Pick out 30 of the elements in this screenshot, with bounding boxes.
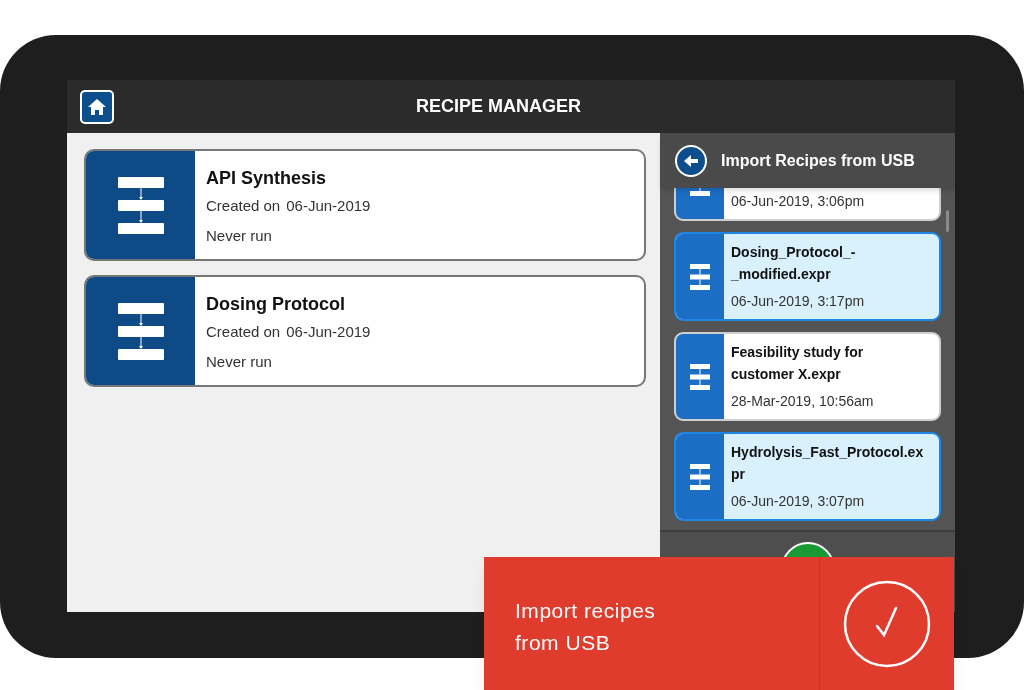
recipe-card[interactable]: Dosing Protocol Created on 06-Jun-2019 Never run: [84, 275, 646, 387]
created-label: Created on: [206, 196, 281, 216]
recipe-name: Dosing Protocol: [206, 293, 346, 316]
file-name: Hydrolysis_Fast_Protocol.expr: [731, 443, 925, 484]
home-icon: [87, 97, 107, 116]
check-circle-icon: [843, 579, 931, 668]
back-button[interactable]: [675, 144, 707, 177]
file-card[interactable]: 06-Jun-2019, 3:06pm: [674, 188, 941, 221]
last-run-status: Never run: [206, 352, 273, 372]
created-date: 06-Jun-2019: [286, 196, 371, 216]
file-date: 06-Jun-2019, 3:06pm: [731, 192, 865, 211]
callout-text: Import recipes from USB: [515, 598, 657, 656]
file-date: 28-Mar-2019, 10:56am: [731, 392, 875, 411]
recipe-name: API Synthesis: [206, 167, 328, 190]
file-date: 06-Jun-2019, 3:07pm: [731, 492, 866, 511]
file-date: 06-Jun-2019, 3:17pm: [731, 292, 866, 311]
window-title: RECIPE MANAGER: [416, 95, 581, 118]
file-name: Feasibility study for customer X.expr: [731, 343, 865, 384]
last-run-status: Never run: [206, 226, 273, 246]
recipe-card[interactable]: API Synthesis Created on 06-Jun-2019 Never run: [84, 149, 646, 261]
created-label: Created on: [206, 322, 281, 342]
file-card[interactable]: Hydrolysis_Fast_Protocol.expr 06-Jun-2019, 3:07pm: [674, 432, 941, 521]
file-card[interactable]: Feasibility study for customer X.expr 28-Mar-2019, 10:56am: [674, 332, 941, 421]
panel-title: Import Recipes from USB: [721, 150, 915, 171]
file-name: Dosing_Protocol_-_modified.expr: [731, 243, 857, 284]
scrollbar: [946, 210, 949, 232]
created-date: 06-Jun-2019: [286, 322, 371, 342]
home-button[interactable]: [80, 89, 114, 124]
file-card[interactable]: Dosing_Protocol_-_modified.expr 06-Jun-2019, 3:17pm: [674, 232, 941, 321]
back-arrow-icon: [683, 153, 699, 168]
